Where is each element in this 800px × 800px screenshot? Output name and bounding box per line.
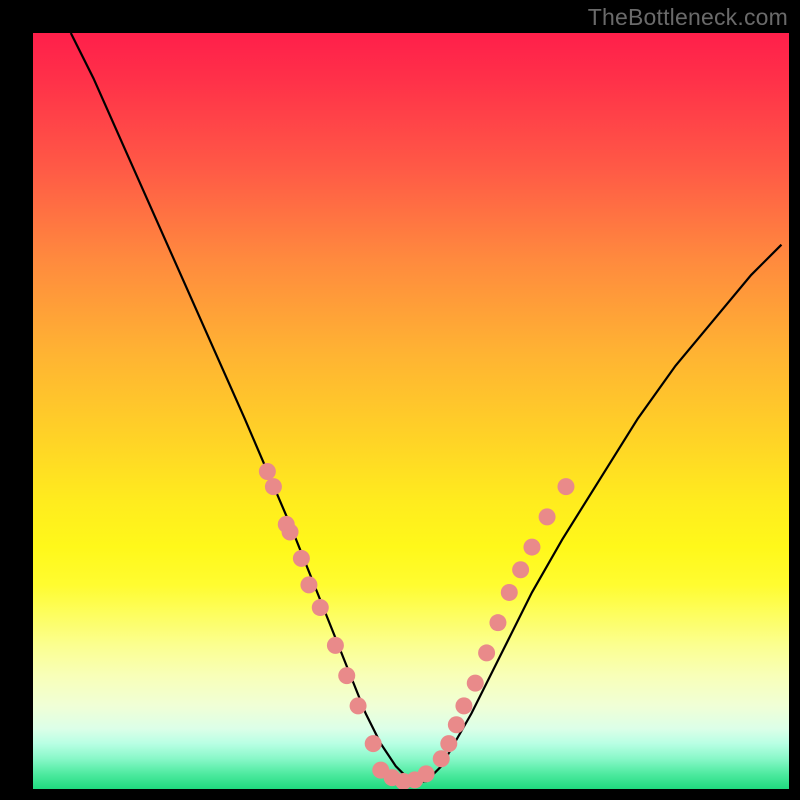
data-point [455,697,472,714]
dots-right-branch [433,478,575,767]
data-point [327,637,344,654]
data-point [512,561,529,578]
data-point [478,644,495,661]
data-point [300,576,317,593]
data-point [467,675,484,692]
data-point [557,478,574,495]
data-point [440,735,457,752]
chart-svg [33,33,789,789]
data-point [293,550,310,567]
watermark-text: TheBottleneck.com [588,4,788,31]
data-point [523,539,540,556]
data-point [365,735,382,752]
data-point [489,614,506,631]
data-point [539,508,556,525]
outer-frame: TheBottleneck.com [0,0,800,800]
data-point [448,716,465,733]
data-point [350,697,367,714]
data-point [338,667,355,684]
dots-valley [372,762,434,789]
data-point [433,750,450,767]
data-point [265,478,282,495]
dots-left-branch [259,463,382,752]
bottleneck-curve [71,33,782,781]
data-point [282,523,299,540]
data-point [501,584,518,601]
data-point [312,599,329,616]
plot-area [33,33,789,789]
data-point [259,463,276,480]
data-point [418,765,435,782]
